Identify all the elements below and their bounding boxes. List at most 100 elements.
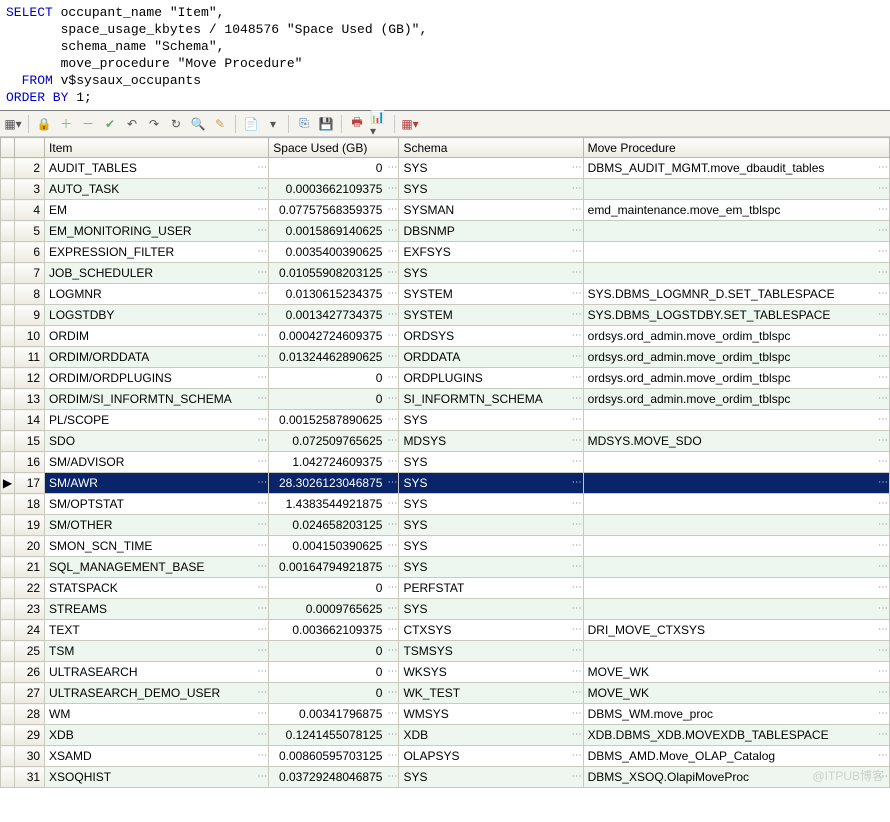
cell-space[interactable]: 0.01055908203125⋯	[269, 263, 399, 284]
cell-schema[interactable]: SYS⋯	[399, 599, 583, 620]
table-row[interactable]: 31XSOQHIST⋯0.03729248046875⋯SYS⋯DBMS_XSO…	[1, 767, 890, 788]
cell-move[interactable]: DRI_MOVE_CTXSYS⋯	[583, 620, 889, 641]
cell-move[interactable]: ⋯	[583, 494, 889, 515]
cell-space[interactable]: 0⋯	[269, 578, 399, 599]
cell-space[interactable]: 28.3026123046875⋯	[269, 473, 399, 494]
table-row[interactable]: 14PL/SCOPE⋯0.00152587890625⋯SYS⋯⋯	[1, 410, 890, 431]
copy-icon[interactable]: 📄	[242, 115, 260, 133]
sql-editor[interactable]: SELECT occupant_name "Item", space_usage…	[0, 0, 890, 111]
cell-item[interactable]: AUTO_TASK⋯	[45, 179, 269, 200]
chart-icon[interactable]: 📊▾	[370, 115, 388, 133]
cell-move[interactable]: ⋯	[583, 221, 889, 242]
save-icon[interactable]: 💾	[317, 115, 335, 133]
table-icon[interactable]: ▦▾	[401, 115, 419, 133]
table-row[interactable]: 26ULTRASEARCH⋯0⋯WKSYS⋯MOVE_WK⋯	[1, 662, 890, 683]
cell-schema[interactable]: SYS⋯	[399, 263, 583, 284]
cell-move[interactable]: ordsys.ord_admin.move_ordim_tblspc⋯	[583, 368, 889, 389]
cell-space[interactable]: 0.0003662109375⋯	[269, 179, 399, 200]
cell-move[interactable]: ⋯	[583, 578, 889, 599]
table-row[interactable]: 10ORDIM⋯0.00042724609375⋯ORDSYS⋯ordsys.o…	[1, 326, 890, 347]
cell-item[interactable]: TEXT⋯	[45, 620, 269, 641]
column-header-item[interactable]: Item	[45, 138, 269, 158]
cell-item[interactable]: AUDIT_TABLES⋯	[45, 158, 269, 179]
cell-space[interactable]: 0⋯	[269, 662, 399, 683]
cell-schema[interactable]: WK_TEST⋯	[399, 683, 583, 704]
cell-space[interactable]: 0.03729248046875⋯	[269, 767, 399, 788]
cell-move[interactable]: ⋯	[583, 599, 889, 620]
table-row[interactable]: 30XSAMD⋯0.00860595703125⋯OLAPSYS⋯DBMS_AM…	[1, 746, 890, 767]
cell-space[interactable]: 0.00152587890625⋯	[269, 410, 399, 431]
cell-move[interactable]: ⋯	[583, 242, 889, 263]
cell-item[interactable]: LOGMNR⋯	[45, 284, 269, 305]
cell-space[interactable]: 0⋯	[269, 389, 399, 410]
cell-move[interactable]: ⋯	[583, 557, 889, 578]
cell-space[interactable]: 0.0009765625⋯	[269, 599, 399, 620]
cell-item[interactable]: PL/SCOPE⋯	[45, 410, 269, 431]
cell-schema[interactable]: EXFSYS⋯	[399, 242, 583, 263]
cell-move[interactable]: MOVE_WK⋯	[583, 662, 889, 683]
cell-item[interactable]: ORDIM/ORDDATA⋯	[45, 347, 269, 368]
table-row[interactable]: 13ORDIM/SI_INFORMTN_SCHEMA⋯0⋯SI_INFORMTN…	[1, 389, 890, 410]
cell-space[interactable]: 0.07757568359375⋯	[269, 200, 399, 221]
cell-space[interactable]: 0.01324462890625⋯	[269, 347, 399, 368]
cell-schema[interactable]: SI_INFORMTN_SCHEMA⋯	[399, 389, 583, 410]
cell-item[interactable]: LOGSTDBY⋯	[45, 305, 269, 326]
cell-move[interactable]: emd_maintenance.move_em_tblspc⋯	[583, 200, 889, 221]
table-row[interactable]: 11ORDIM/ORDDATA⋯0.01324462890625⋯ORDDATA…	[1, 347, 890, 368]
cell-item[interactable]: ORDIM/SI_INFORMTN_SCHEMA⋯	[45, 389, 269, 410]
cell-move[interactable]: MOVE_WK⋯	[583, 683, 889, 704]
cell-schema[interactable]: SYS⋯	[399, 536, 583, 557]
print-icon[interactable]: 🖶	[348, 115, 366, 133]
cell-move[interactable]: DBMS_AMD.Move_OLAP_Catalog⋯	[583, 746, 889, 767]
cell-schema[interactable]: SYSMAN⋯	[399, 200, 583, 221]
table-row[interactable]: 20SMON_SCN_TIME⋯0.004150390625⋯SYS⋯⋯	[1, 536, 890, 557]
cell-item[interactable]: SM/AWR⋯	[45, 473, 269, 494]
cell-space[interactable]: 1.042724609375⋯	[269, 452, 399, 473]
table-row[interactable]: 25TSM⋯0⋯TSMSYS⋯⋯	[1, 641, 890, 662]
cell-item[interactable]: XSAMD⋯	[45, 746, 269, 767]
cell-schema[interactable]: SYSTEM⋯	[399, 305, 583, 326]
cell-item[interactable]: XSOQHIST⋯	[45, 767, 269, 788]
cell-schema[interactable]: WKSYS⋯	[399, 662, 583, 683]
link-icon[interactable]: ⎘	[295, 115, 313, 133]
result-grid[interactable]: Item Space Used (GB) Schema Move Procedu…	[0, 137, 890, 788]
cell-schema[interactable]: SYS⋯	[399, 494, 583, 515]
cell-item[interactable]: SM/OTHER⋯	[45, 515, 269, 536]
table-row[interactable]: 28WM⋯0.00341796875⋯WMSYS⋯DBMS_WM.move_pr…	[1, 704, 890, 725]
edit-icon[interactable]: ✎	[211, 115, 229, 133]
cell-space[interactable]: 0.004150390625⋯	[269, 536, 399, 557]
cell-item[interactable]: ULTRASEARCH_DEMO_USER⋯	[45, 683, 269, 704]
cell-space[interactable]: 0.00164794921875⋯	[269, 557, 399, 578]
cell-schema[interactable]: DBSNMP⋯	[399, 221, 583, 242]
cell-item[interactable]: EM⋯	[45, 200, 269, 221]
cell-schema[interactable]: TSMSYS⋯	[399, 641, 583, 662]
cell-schema[interactable]: MDSYS⋯	[399, 431, 583, 452]
cell-move[interactable]: ordsys.ord_admin.move_ordim_tblspc⋯	[583, 347, 889, 368]
table-row[interactable]: 19SM/OTHER⋯0.024658203125⋯SYS⋯⋯	[1, 515, 890, 536]
cell-space[interactable]: 0.0013427734375⋯	[269, 305, 399, 326]
cell-space[interactable]: 0.024658203125⋯	[269, 515, 399, 536]
cell-space[interactable]: 0.1241455078125⋯	[269, 725, 399, 746]
cell-space[interactable]: 0⋯	[269, 158, 399, 179]
cell-item[interactable]: SMON_SCN_TIME⋯	[45, 536, 269, 557]
cell-space[interactable]: 0⋯	[269, 368, 399, 389]
cell-move[interactable]: ⋯	[583, 179, 889, 200]
add-row-icon[interactable]: ＋	[57, 115, 75, 133]
cell-space[interactable]: 0.0130615234375⋯	[269, 284, 399, 305]
cell-schema[interactable]: ORDPLUGINS⋯	[399, 368, 583, 389]
cell-space[interactable]: 0.0015869140625⋯	[269, 221, 399, 242]
table-row[interactable]: 16SM/ADVISOR⋯1.042724609375⋯SYS⋯⋯	[1, 452, 890, 473]
table-row[interactable]: 22STATSPACK⋯0⋯PERFSTAT⋯⋯	[1, 578, 890, 599]
table-row[interactable]: 15SDO⋯0.072509765625⋯MDSYS⋯MDSYS.MOVE_SD…	[1, 431, 890, 452]
cell-item[interactable]: SDO⋯	[45, 431, 269, 452]
cell-space[interactable]: 0.00860595703125⋯	[269, 746, 399, 767]
cell-move[interactable]: DBMS_AUDIT_MGMT.move_dbaudit_tables⋯	[583, 158, 889, 179]
table-row[interactable]: 21SQL_MANAGEMENT_BASE⋯0.00164794921875⋯S…	[1, 557, 890, 578]
table-row[interactable]: 6EXPRESSION_FILTER⋯0.0035400390625⋯EXFSY…	[1, 242, 890, 263]
table-row[interactable]: 8LOGMNR⋯0.0130615234375⋯SYSTEM⋯SYS.DBMS_…	[1, 284, 890, 305]
cell-item[interactable]: SM/ADVISOR⋯	[45, 452, 269, 473]
table-row[interactable]: 4EM⋯0.07757568359375⋯SYSMAN⋯emd_maintena…	[1, 200, 890, 221]
delete-row-icon[interactable]: －	[79, 115, 97, 133]
find-icon[interactable]: 🔍	[189, 115, 207, 133]
cell-space[interactable]: 0⋯	[269, 683, 399, 704]
